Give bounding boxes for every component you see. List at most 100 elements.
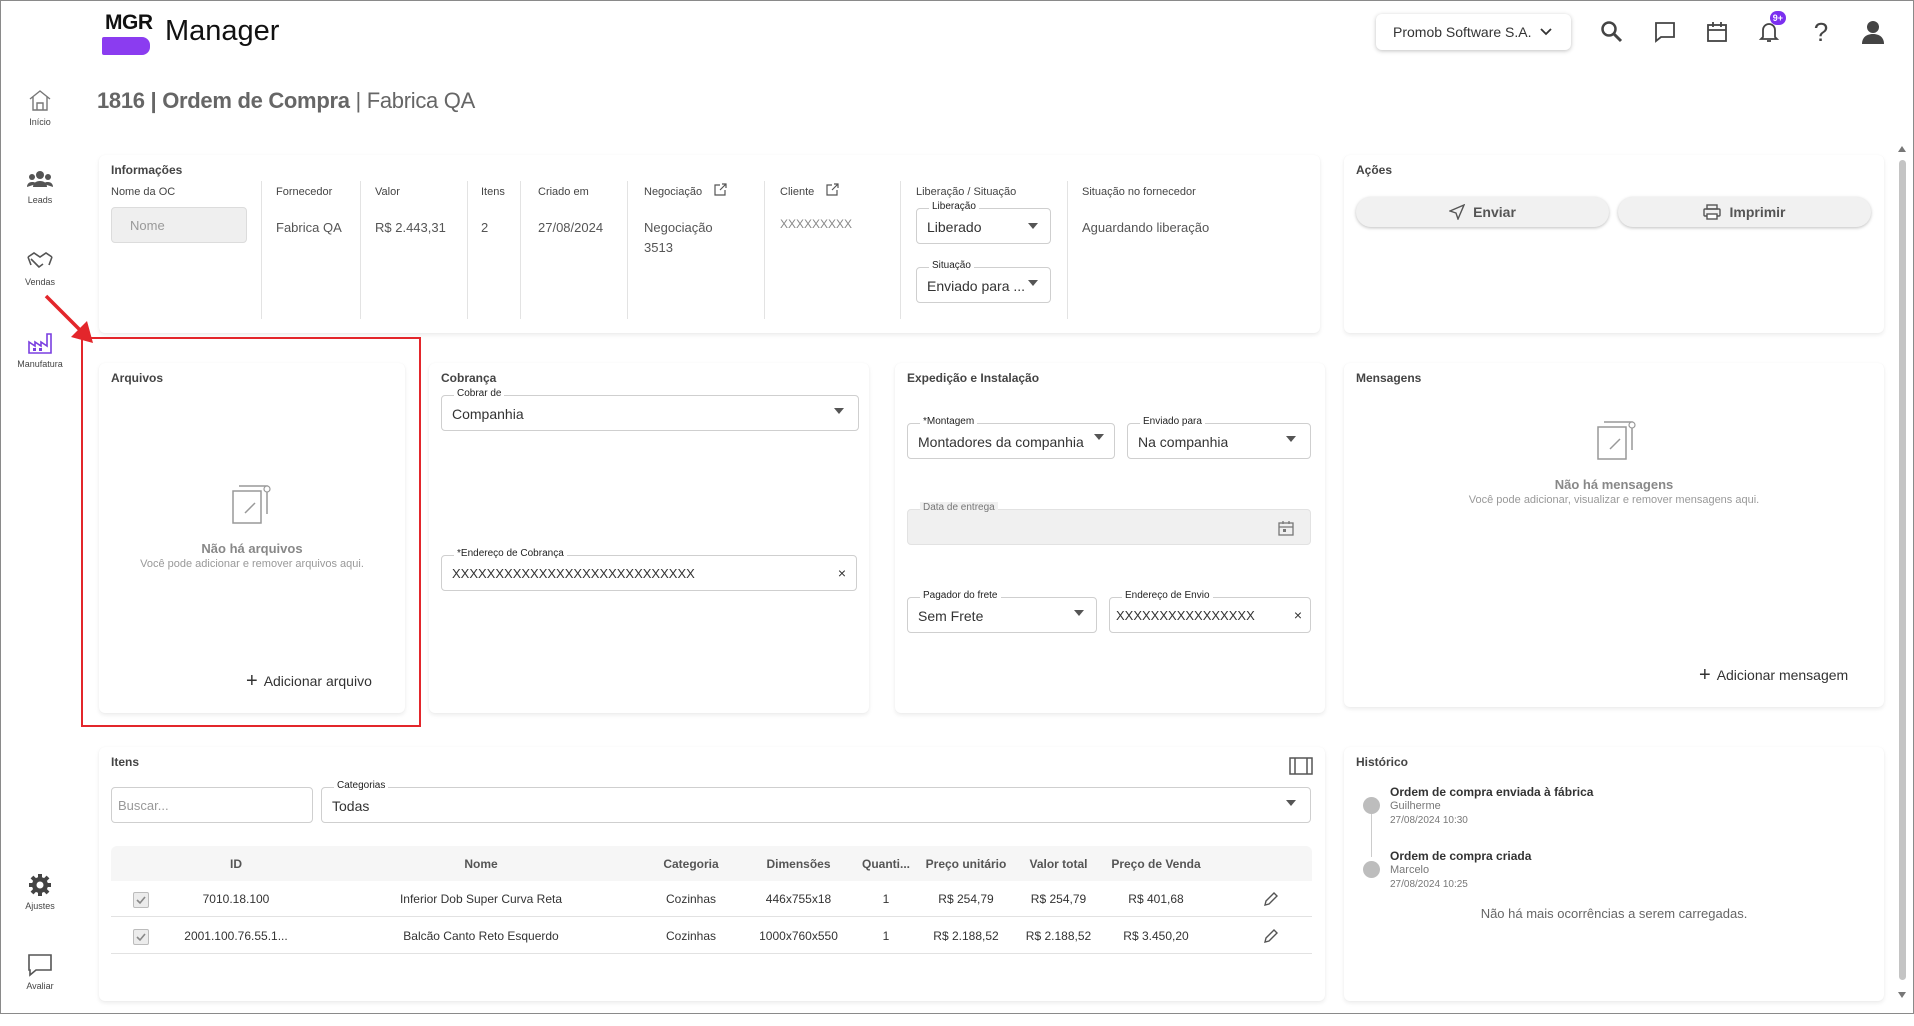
scroll-up-arrow-icon[interactable] bbox=[1898, 146, 1906, 152]
release-select[interactable]: Liberação Liberado bbox=[916, 201, 1051, 244]
app-name: Manager bbox=[165, 15, 280, 47]
delivery-date-field[interactable]: Data de entrega bbox=[907, 502, 1311, 545]
notification-badge: 9+ bbox=[1769, 11, 1786, 25]
assembly-select[interactable]: *Montagem Montadores da companhia bbox=[907, 416, 1115, 459]
send-button-label: Enviar bbox=[1473, 204, 1516, 220]
col-dimensions[interactable]: Dimensões bbox=[756, 857, 841, 871]
nav-ajustes-label: Ajustes bbox=[25, 901, 55, 911]
history-event-date: 27/08/2024 10:25 bbox=[1390, 879, 1468, 890]
shipping-card: Expedição e Instalação *Montagem Montado… bbox=[895, 363, 1325, 713]
col-name[interactable]: Nome bbox=[426, 857, 536, 871]
app-window: MGR Manager Promob Software S.A. 9+ ? In… bbox=[0, 0, 1914, 1014]
cell-unit-price: R$ 2.188,52 bbox=[933, 929, 999, 943]
oc-name-placeholder: Nome bbox=[130, 218, 165, 233]
created-value: 27/08/2024 bbox=[538, 220, 604, 235]
empty-messages-icon bbox=[1597, 421, 1636, 460]
cell-quantity: 1 bbox=[882, 892, 890, 906]
nav-inicio[interactable]: Início bbox=[17, 87, 63, 127]
table-row[interactable]: 2001.100.76.55.1... Balcão Canto Reto Es… bbox=[111, 918, 1312, 954]
messages-icon[interactable] bbox=[1650, 17, 1680, 47]
nav-ajustes[interactable]: Ajustes bbox=[17, 873, 63, 911]
send-button[interactable]: Enviar bbox=[1356, 197, 1609, 227]
delivery-date-label: Data de entrega bbox=[920, 502, 998, 513]
category-select[interactable]: Categorias Todas bbox=[321, 780, 1311, 823]
edit-pencil-icon[interactable] bbox=[1263, 928, 1279, 944]
app-logo[interactable]: MGR bbox=[102, 11, 153, 57]
oc-name-input[interactable]: Nome bbox=[111, 207, 247, 243]
sent-to-label: Enviado para bbox=[1140, 416, 1205, 427]
col-id[interactable]: ID bbox=[211, 857, 261, 871]
col-quantity[interactable]: Quanti... bbox=[856, 857, 916, 871]
info-card: Informações Nome da OC Nome Fornecedor F… bbox=[99, 155, 1320, 333]
chat-icon bbox=[28, 954, 52, 977]
billing-card: Cobrança Cobrar de Companhia *Endereço d… bbox=[429, 363, 869, 713]
clear-icon[interactable]: × bbox=[838, 565, 846, 581]
freight-payer-select[interactable]: Pagador do frete Sem Frete bbox=[907, 590, 1097, 633]
cell-dimensions: 446x755x18 bbox=[765, 892, 832, 906]
charge-from-select[interactable]: Cobrar de Companhia bbox=[441, 388, 859, 431]
ship-address-field[interactable]: Endereço de Envio XXXXXXXXXXXXXXXX × bbox=[1109, 590, 1311, 633]
nav-vendas[interactable]: Vendas bbox=[17, 249, 63, 287]
messages-card: Mensagens Não há mensagens Você pode adi… bbox=[1344, 363, 1884, 707]
dropdown-caret-icon bbox=[834, 408, 844, 414]
release-status-label: Liberação / Situação bbox=[916, 186, 1017, 198]
send-icon bbox=[1449, 204, 1466, 220]
col-category[interactable]: Categoria bbox=[651, 857, 731, 871]
col-unit-price[interactable]: Preço unitário bbox=[916, 857, 1016, 871]
sent-to-select[interactable]: Enviado para Na companhia bbox=[1127, 416, 1311, 459]
external-link-icon[interactable] bbox=[826, 183, 839, 196]
status-select[interactable]: Situação Enviado para ... bbox=[916, 260, 1051, 303]
timeline-dot bbox=[1363, 861, 1380, 878]
charge-from-label: Cobrar de bbox=[454, 388, 505, 399]
category-label: Categorias bbox=[334, 780, 389, 791]
divider bbox=[467, 181, 468, 319]
nav-avaliar[interactable]: Avaliar bbox=[17, 953, 63, 991]
dropdown-caret-icon bbox=[1074, 610, 1084, 616]
negotiation-number[interactable]: 3513 bbox=[644, 240, 673, 255]
clear-icon[interactable]: × bbox=[1294, 607, 1302, 623]
billing-address-field[interactable]: *Endereço de Cobrança XXXXXXXXXXXXXXXXXX… bbox=[441, 548, 857, 591]
messages-empty-subtitle: Você pode adicionar, visualizar e remove… bbox=[1468, 494, 1760, 506]
page-title-sub: | Fabrica QA bbox=[349, 88, 475, 113]
table-row[interactable]: 7010.18.100 Inferior Dob Super Curva Ret… bbox=[111, 881, 1312, 917]
row-checkbox[interactable] bbox=[133, 892, 149, 908]
nav-leads[interactable]: Leads bbox=[17, 169, 63, 205]
search-icon[interactable] bbox=[1597, 17, 1627, 47]
client-value: XXXXXXXXX bbox=[780, 217, 853, 231]
items-table-header: ID Nome Categoria Dimensões Quanti... Pr… bbox=[111, 846, 1312, 881]
page-scrollbar[interactable] bbox=[1896, 146, 1908, 1001]
calendar-icon[interactable] bbox=[1278, 520, 1294, 536]
dropdown-caret-icon bbox=[1094, 434, 1104, 440]
dropdown-caret-icon bbox=[1286, 436, 1296, 442]
print-button[interactable]: Imprimir bbox=[1618, 197, 1871, 227]
messages-empty-title: Não há mensagens bbox=[1554, 477, 1674, 492]
scrollbar-thumb[interactable] bbox=[1899, 160, 1906, 980]
calendar-icon[interactable] bbox=[1702, 17, 1732, 47]
col-total[interactable]: Valor total bbox=[1016, 857, 1101, 871]
status-select-label: Situação bbox=[929, 260, 974, 271]
actions-title: Ações bbox=[1356, 163, 1393, 177]
dropdown-caret-icon bbox=[1286, 800, 1296, 806]
user-avatar-icon[interactable] bbox=[1858, 17, 1888, 47]
items-search-input[interactable]: Buscar... bbox=[111, 787, 313, 823]
supplier-value: Fabrica QA bbox=[276, 220, 342, 235]
ship-address-value: XXXXXXXXXXXXXXXX bbox=[1116, 608, 1255, 623]
cell-name: Balcão Canto Reto Esquerdo bbox=[403, 929, 559, 943]
notifications-bell-icon[interactable]: 9+ bbox=[1754, 11, 1786, 47]
ship-address-label: Endereço de Envio bbox=[1122, 590, 1213, 601]
company-selector[interactable]: Promob Software S.A. bbox=[1376, 14, 1571, 50]
external-link-icon[interactable] bbox=[714, 183, 727, 196]
edit-pencil-icon[interactable] bbox=[1263, 891, 1279, 907]
negotiation-value[interactable]: Negociação bbox=[644, 220, 713, 235]
billing-address-label: *Endereço de Cobrança bbox=[454, 548, 567, 559]
columns-toggle-icon[interactable] bbox=[1289, 757, 1313, 775]
print-button-label: Imprimir bbox=[1729, 204, 1786, 220]
supplier-status-label: Situação no fornecedor bbox=[1082, 186, 1196, 198]
cell-sale-price: R$ 3.450,20 bbox=[1123, 929, 1189, 943]
scroll-down-arrow-icon[interactable] bbox=[1898, 992, 1906, 998]
col-sale-price[interactable]: Preço de Venda bbox=[1101, 857, 1211, 871]
row-checkbox[interactable] bbox=[133, 929, 149, 945]
check-icon bbox=[136, 896, 146, 905]
help-icon[interactable]: ? bbox=[1806, 17, 1836, 47]
add-message-button[interactable]: + Adicionar mensagem bbox=[1699, 665, 1848, 685]
